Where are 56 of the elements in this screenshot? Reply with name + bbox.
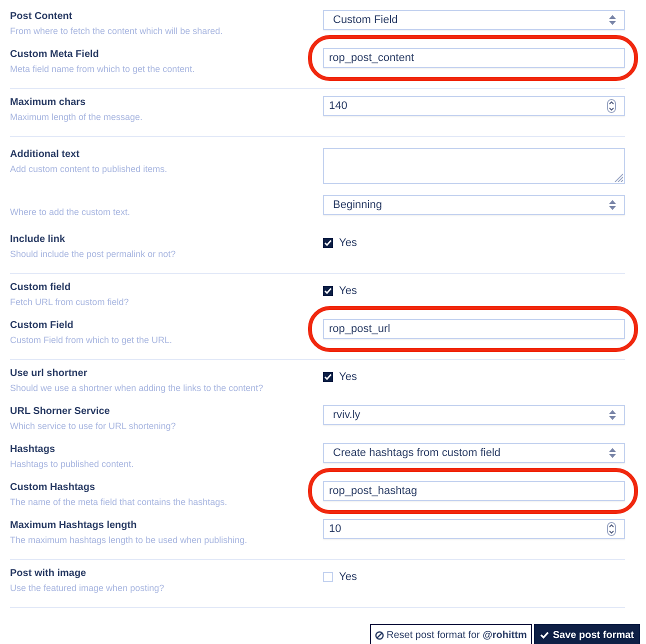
checkbox-label: Yes	[339, 236, 357, 251]
field-description: Fetch URL from custom field?	[10, 296, 130, 308]
field-description: Meta field name from which to get the content.	[10, 63, 196, 75]
check-icon	[540, 631, 549, 639]
ban-icon	[374, 630, 384, 640]
select-arrows-icon	[609, 448, 616, 458]
select-field[interactable]: rviv.ly	[323, 405, 625, 425]
field-label: Post Content	[10, 10, 74, 23]
checkbox[interactable]	[323, 372, 333, 382]
field-description: Which service to use for URL shortening?	[10, 420, 177, 432]
field-description: The maximum hashtags length to be used when publishing.	[10, 534, 248, 546]
checkbox-label: Yes	[339, 570, 357, 585]
field-label: Maximum Hashtags length	[10, 519, 138, 532]
save-button[interactable]: Save post format	[534, 624, 640, 644]
field-description: From where to fetch the content which will be shared.	[10, 25, 224, 37]
field-description: Add custom content to published items.	[10, 163, 168, 175]
select-field[interactable]: Custom Field	[323, 10, 625, 30]
checkbox-label: Yes	[339, 284, 357, 299]
field-description: Hashtags to published content.	[10, 458, 135, 470]
field-label: Custom Hashtags	[10, 481, 96, 494]
field-label: URL Shorner Service	[10, 405, 111, 418]
text-field[interactable]: rop_post_url	[323, 319, 625, 339]
checkbox[interactable]	[323, 238, 333, 248]
field-label: Post with image	[10, 567, 88, 580]
spinner-icon[interactable]	[607, 99, 616, 113]
field-description: Should include the post permalink or not?	[10, 248, 177, 260]
field-description: Where to add the custom text.	[10, 206, 132, 218]
spinner-icon[interactable]	[607, 522, 616, 536]
field-label: Include link	[10, 233, 66, 246]
text-field[interactable]: rop_post_content	[323, 48, 625, 68]
field-label: Custom field	[10, 281, 72, 294]
number-field[interactable]: 10	[323, 519, 625, 539]
checkbox[interactable]	[323, 286, 333, 296]
field-description: Should we use a shortner when adding the links to the content?	[10, 382, 264, 394]
select-arrows-icon	[609, 200, 616, 210]
field-label: Custom Field	[10, 319, 74, 332]
field-description: The name of the meta field that contains the hashtags.	[10, 496, 228, 508]
resize-grip-icon[interactable]	[613, 172, 623, 182]
field-label: Additional text	[10, 148, 80, 161]
select-arrows-icon	[609, 410, 616, 420]
select-field[interactable]: Create hashtags from custom field	[323, 443, 625, 463]
field-label: Hashtags	[10, 443, 56, 456]
select-arrows-icon	[609, 15, 616, 25]
textarea-field[interactable]	[323, 148, 625, 184]
field-description: Maximum length of the message.	[10, 111, 144, 123]
field-label: Use url shortner	[10, 367, 88, 380]
select-field[interactable]: Beginning	[323, 195, 625, 215]
field-label: Maximum chars	[10, 96, 87, 109]
checkbox[interactable]	[323, 572, 333, 582]
number-field[interactable]: 140	[323, 96, 625, 116]
field-description: Custom Field from which to get the URL.	[10, 334, 174, 346]
field-label: Custom Meta Field	[10, 48, 100, 61]
text-field[interactable]: rop_post_hashtag	[323, 481, 625, 501]
checkbox-label: Yes	[339, 370, 357, 385]
reset-button[interactable]: Reset post format for @rohittm	[370, 624, 532, 644]
field-description: Use the featured image when posting?	[10, 582, 166, 594]
